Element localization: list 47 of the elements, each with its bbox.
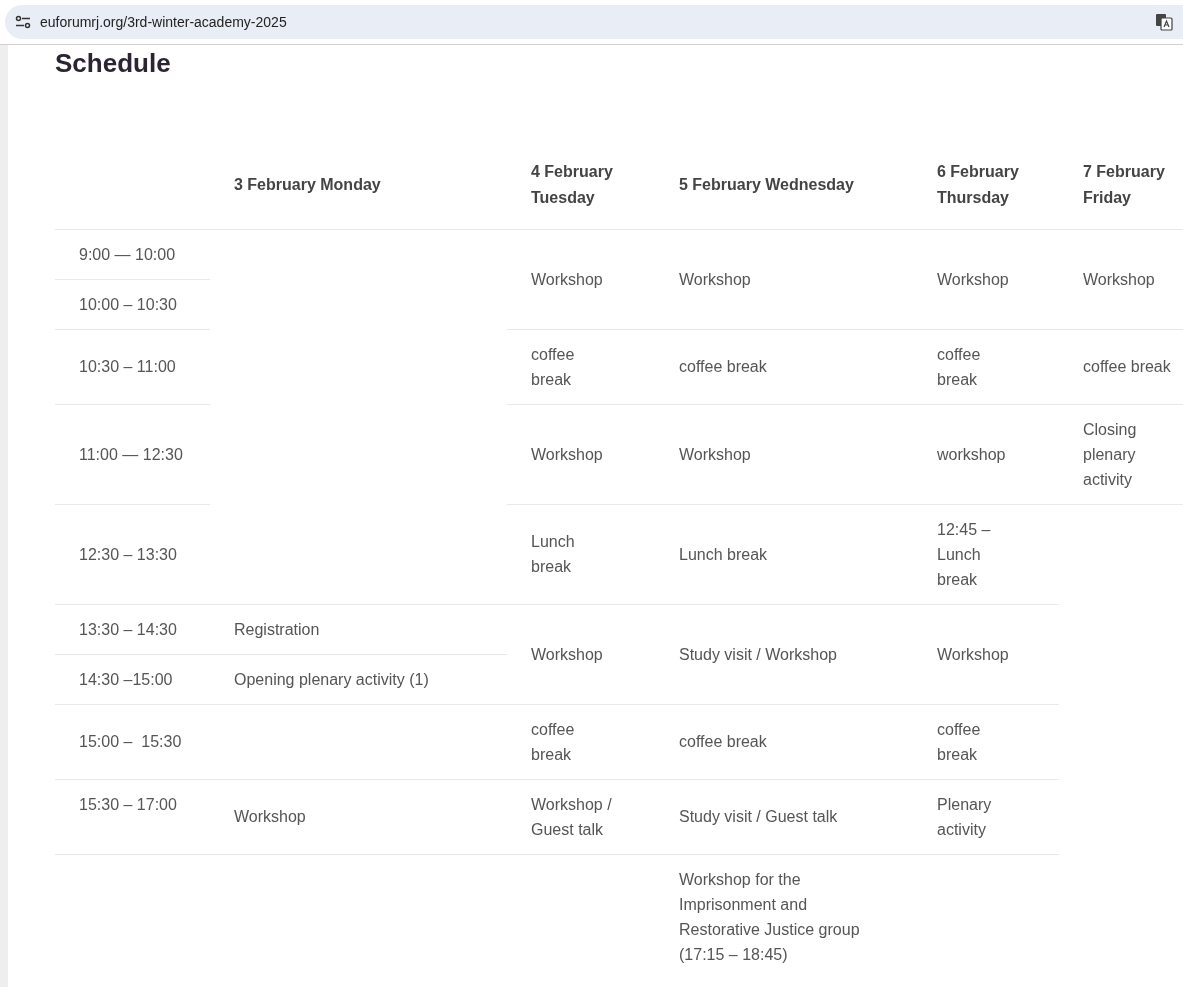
session-text: coffee break	[937, 720, 982, 763]
session-text: Registration	[234, 620, 320, 638]
session-text: Workshop	[937, 645, 1009, 663]
session-text: coffee break	[531, 345, 576, 388]
session-text: Workshop	[531, 270, 603, 288]
session-text: coffee break	[679, 358, 767, 375]
session-text: coffee break	[531, 720, 576, 763]
column-header: 4 February Tuesday	[531, 162, 613, 206]
session-text: workshop	[937, 445, 1006, 463]
session-text: Workshop for the Imprisonment and Restorative Justice group (17:15 – 18:45)	[679, 870, 861, 963]
url-text: euforumrj.org/3rd-winter-academy-2025	[40, 12, 288, 32]
column-header: 7 February Friday	[1083, 162, 1165, 206]
time-slot: 12:30 – 13:30	[79, 545, 177, 563]
column-header: 6 February Thursday	[937, 162, 1019, 206]
time-slot: 15:30 – 17:00	[79, 795, 177, 813]
session-text: Lunch break	[531, 533, 576, 575]
session-text: Lunch break	[679, 545, 768, 563]
session-text: Study visit / Guest talk	[679, 808, 838, 825]
session-text: Workshop	[234, 808, 306, 825]
session-text: Opening plenary activity (1)	[234, 670, 429, 688]
column-header: 5 February Wednesday	[679, 175, 854, 193]
session-text: Workshop / Guest talk	[531, 795, 613, 838]
time-slot: 13:30 – 14:30	[79, 620, 177, 638]
time-slot: 10:30 – 11:00	[79, 358, 176, 375]
column-header: 3 February Monday	[234, 175, 381, 193]
session-text: Study visit / Workshop	[679, 645, 837, 663]
session-text: Plenary activity	[937, 795, 993, 838]
time-slot: 10:00 – 10:30	[79, 295, 177, 313]
session-text: Workshop	[679, 445, 751, 463]
session-text: Workshop	[531, 645, 603, 663]
session-text: coffee break	[937, 345, 982, 388]
translate-icon[interactable]	[1155, 13, 1173, 31]
time-slot: 15:00 – 15:30	[79, 733, 182, 750]
session-text: Workshop	[531, 445, 603, 463]
time-slot: 9:00 — 10:00	[79, 245, 176, 263]
session-text: coffee break	[1083, 358, 1171, 375]
session-text: Closing plenary activity	[1083, 420, 1138, 488]
time-slot: 11:00 — 12:30	[79, 445, 183, 463]
address-bar[interactable]: euforumrj.org/3rd-winter-academy-2025	[5, 5, 1183, 39]
session-text: coffee break	[679, 733, 767, 750]
session-text: Workshop	[679, 270, 751, 288]
page-title: Schedule	[55, 47, 172, 79]
session-text: Workshop	[1083, 270, 1155, 288]
site-settings-icon[interactable]	[15, 15, 31, 29]
time-slot: 14:30 –15:00	[79, 670, 173, 688]
session-text: Workshop	[937, 270, 1009, 288]
session-text: 12:45 – Lunch break	[937, 520, 992, 588]
